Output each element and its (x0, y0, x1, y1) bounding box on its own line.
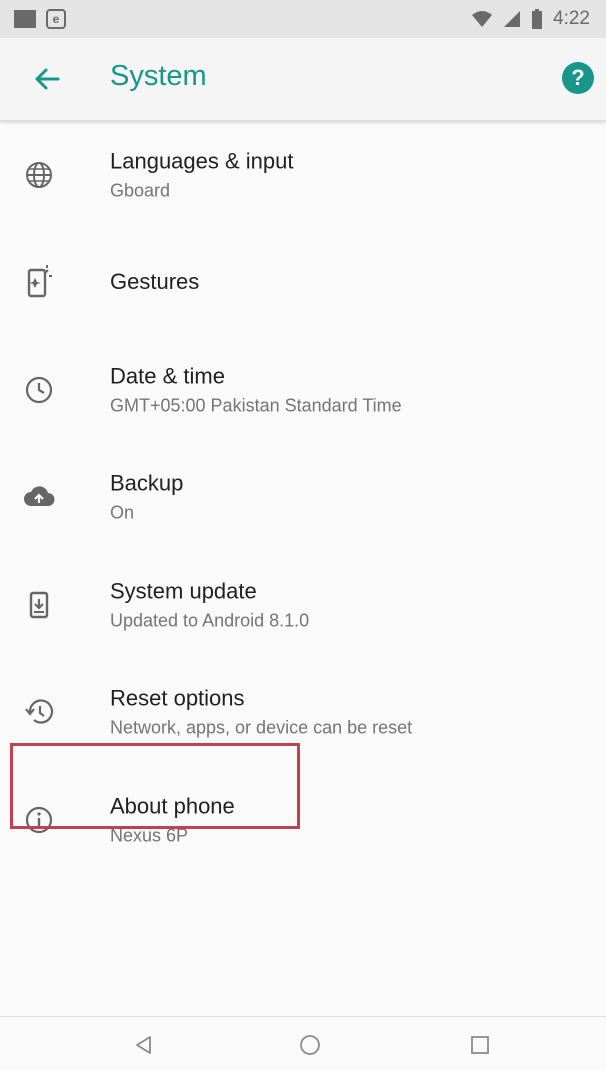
globe-icon (26, 161, 52, 188)
home-icon[interactable] (298, 1033, 322, 1057)
item-title: Reset options (110, 685, 245, 711)
status-time: 4:22 (553, 8, 590, 29)
battery-icon (532, 9, 543, 29)
item-title: Backup (110, 470, 184, 496)
help-icon[interactable]: ? (562, 62, 594, 94)
item-subtitle: Updated to Android 8.1.0 (110, 610, 310, 631)
item-subtitle: Gboard (110, 180, 171, 201)
list-item-gestures[interactable]: Gestures (0, 229, 606, 337)
item-subtitle: On (110, 502, 135, 523)
list-item-languages[interactable]: Languages & input Gboard (0, 121, 606, 229)
wifi-icon (472, 11, 493, 27)
nav-bar (0, 1016, 606, 1071)
reset-icon (25, 699, 54, 724)
item-subtitle: Network, apps, or device can be reset (110, 717, 413, 738)
gestures-icon (27, 265, 52, 298)
clock-icon (25, 376, 53, 403)
item-title: Languages & input (110, 148, 294, 174)
item-title: Gestures (110, 269, 200, 295)
signal-icon (504, 11, 521, 27)
status-bar: e 4:22 (0, 0, 606, 38)
item-subtitle: GMT+05:00 Pakistan Standard Time (110, 395, 402, 416)
list-item-system-update[interactable]: System update Updated to Android 8.1.0 (0, 551, 606, 659)
system-update-icon (29, 591, 49, 618)
cloud-upload-icon (24, 486, 55, 507)
item-title: Date & time (110, 363, 225, 389)
recents-icon[interactable] (468, 1033, 492, 1057)
page-title: System (110, 60, 207, 92)
notification-square-icon (14, 10, 36, 28)
back-arrow-icon[interactable] (30, 62, 64, 96)
status-left: e (14, 9, 66, 29)
item-title: System update (110, 578, 257, 604)
back-icon[interactable] (132, 1033, 156, 1057)
status-right: 4:22 (471, 8, 590, 30)
highlight-box (10, 743, 300, 829)
list-item-backup[interactable]: Backup On (0, 444, 606, 552)
e-icon: e (46, 9, 66, 29)
app-bar: System ? (0, 38, 606, 121)
list-item-date-time[interactable]: Date & time GMT+05:00 Pakistan Standard … (0, 336, 606, 444)
